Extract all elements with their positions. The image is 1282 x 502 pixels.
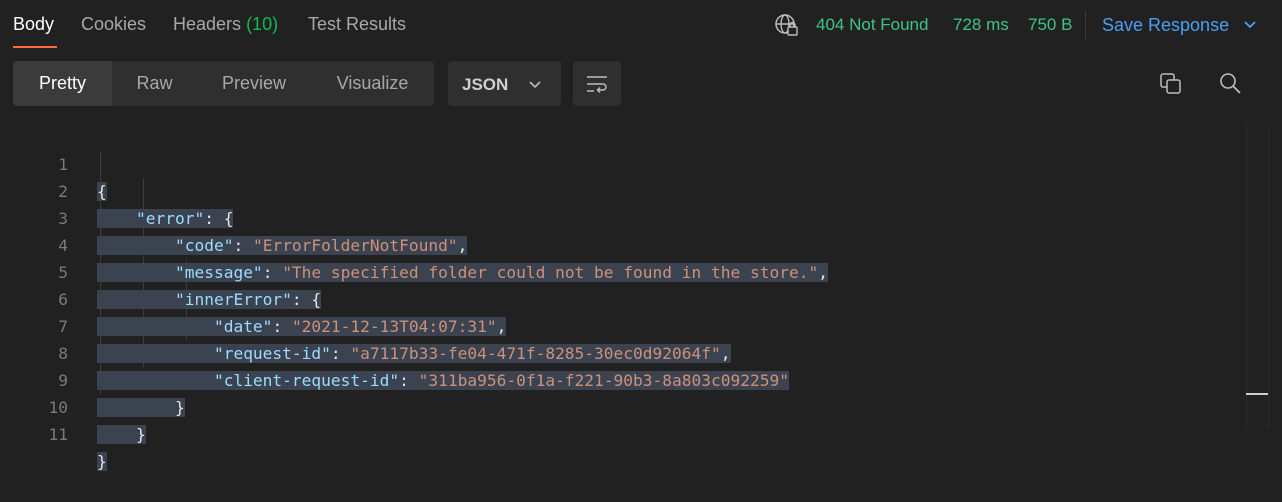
code-line: 9 }	[0, 340, 1240, 417]
code-line: 11 }	[0, 394, 1240, 471]
wrap-lines-icon	[587, 76, 607, 94]
scrollbar-thumb[interactable]	[1246, 393, 1268, 395]
headers-count-badge: (10)	[246, 14, 279, 34]
view-mode-group: Pretty Raw Preview Visualize	[13, 61, 434, 106]
tab-test-results[interactable]: Test Results	[308, 14, 406, 35]
code-token: }	[135, 425, 146, 444]
tab-headers-label: Headers	[173, 14, 242, 34]
code-line: 10 }	[0, 367, 1240, 444]
code-line: 8 "client-request-id": "311ba956-0f1a-f2…	[0, 313, 1240, 390]
code-line: 1 {	[0, 124, 1240, 201]
response-body-viewer[interactable]: 1 { 2 "error": { 3 "code": "ErrorFolderN…	[0, 124, 1282, 471]
status-code[interactable]: 404 Not Found	[816, 15, 928, 35]
tab-raw[interactable]: Raw	[112, 61, 197, 106]
tab-pretty[interactable]: Pretty	[13, 61, 112, 106]
response-time[interactable]: 728 ms	[953, 15, 1009, 35]
code-line: 4 "message": "The specified folder could…	[0, 205, 1240, 282]
code-line: 2 "error": {	[0, 151, 1240, 228]
divider	[1085, 11, 1086, 39]
scrollbar-track[interactable]	[1246, 124, 1247, 430]
tab-visualize[interactable]: Visualize	[311, 61, 434, 106]
save-response-button[interactable]: Save Response	[1102, 15, 1229, 36]
tab-preview[interactable]: Preview	[197, 61, 311, 106]
chevron-down-icon	[529, 81, 541, 89]
search-icon[interactable]	[1217, 70, 1245, 98]
response-tab-bar: Body Cookies Headers (10) Test Results 4…	[0, 0, 1282, 50]
tab-cookies[interactable]: Cookies	[81, 14, 146, 35]
code-line: 7 "request-id": "a7117b33-fe04-471f-8285…	[0, 286, 1240, 363]
wrap-lines-button[interactable]	[573, 61, 621, 106]
chevron-down-icon[interactable]	[1242, 16, 1258, 32]
format-select[interactable]: JSON	[448, 61, 561, 106]
code-line: 6 "date": "2021-12-13T04:07:31",	[0, 259, 1240, 336]
code-token: }	[97, 452, 107, 471]
tab-headers[interactable]: Headers (10)	[173, 14, 278, 35]
tab-body[interactable]: Body	[13, 14, 54, 35]
response-size[interactable]: 750 B	[1028, 15, 1072, 35]
active-tab-indicator	[13, 46, 57, 48]
code-line: 5 "innerError": {	[0, 232, 1240, 309]
copy-icon[interactable]	[1157, 70, 1185, 98]
format-select-value: JSON	[462, 75, 509, 94]
globe-lock-icon[interactable]	[774, 13, 798, 37]
divider	[1268, 124, 1269, 430]
line-number: 11	[48, 425, 69, 444]
code-line: 3 "code": "ErrorFolderNotFound",	[0, 178, 1240, 255]
